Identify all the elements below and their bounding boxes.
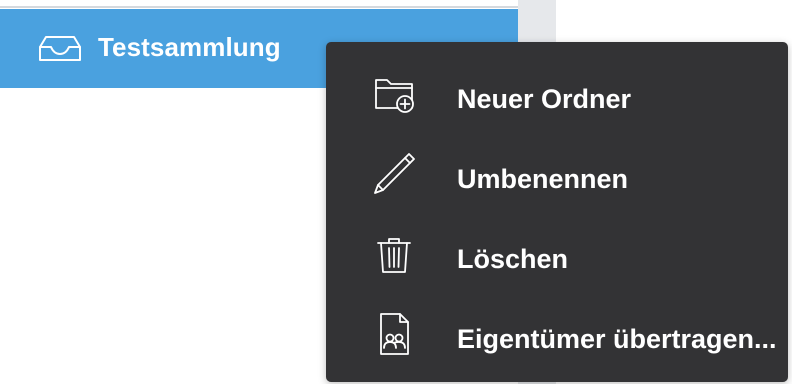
inbox-tray-icon bbox=[38, 34, 82, 64]
context-menu: Neuer Ordner Umbenennen Löschen Eigentüm… bbox=[326, 42, 788, 382]
menu-item-transfer-ownership[interactable]: Eigentümer übertragen... bbox=[326, 292, 788, 372]
menu-item-new-folder[interactable]: Neuer Ordner bbox=[326, 52, 788, 132]
document-users-icon bbox=[370, 310, 418, 358]
trash-icon bbox=[370, 230, 418, 278]
menu-item-label: Neuer Ordner bbox=[457, 84, 632, 114]
menu-item-delete[interactable]: Löschen bbox=[326, 212, 788, 292]
collection-label: Testsammlung bbox=[98, 32, 281, 62]
menu-item-label: Löschen bbox=[457, 244, 569, 274]
menu-item-rename[interactable]: Umbenennen bbox=[326, 132, 788, 212]
menu-item-label: Eigentümer übertragen... bbox=[457, 324, 777, 354]
app-window: Testsammlung Neuer Ordner Umbenennen Lös… bbox=[0, 0, 792, 384]
pencil-icon bbox=[370, 150, 418, 198]
menu-item-label: Umbenennen bbox=[457, 164, 629, 194]
folder-add-icon bbox=[370, 70, 418, 118]
sidebar-divider bbox=[0, 6, 518, 8]
